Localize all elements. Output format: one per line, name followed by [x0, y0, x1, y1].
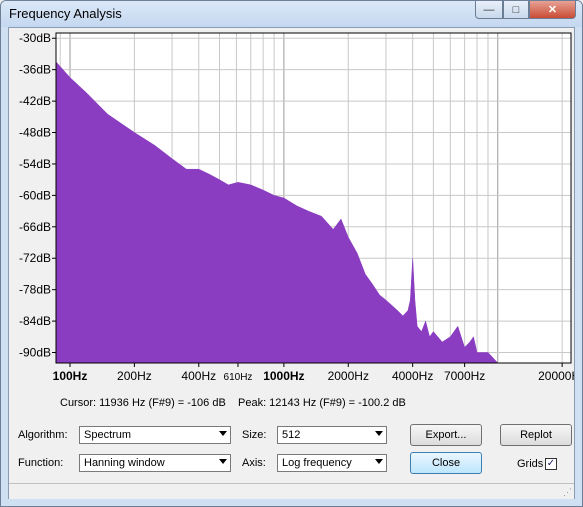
x-tick-label: 4000Hz — [392, 369, 433, 383]
x-tick-label: 2000Hz — [328, 369, 369, 383]
algorithm-label: Algorithm: — [18, 429, 68, 441]
size-value: 512 — [282, 429, 301, 441]
minimize-icon: — — [483, 3, 495, 16]
title-bar[interactable]: Frequency Analysis — □ ✕ — [1, 1, 582, 27]
frequency-analysis-window: Frequency Analysis — □ ✕ -30dB -36dB -42dB… — [0, 0, 583, 507]
axis-label: Axis: — [242, 457, 266, 469]
spectrum-chart[interactable]: -30dB -36dB -42dB -48dB -54dB -60dB -66dB -72dB… — [9, 28, 574, 393]
export-button[interactable]: Export... — [410, 424, 482, 446]
resize-grip-icon[interactable]: ⋰ — [563, 487, 572, 498]
y-tick-label: -84dB — [19, 314, 51, 328]
replot-button[interactable]: Replot — [500, 424, 572, 446]
cursor-readout: Cursor: 11936 Hz (F#9) = -106 dB — [60, 397, 226, 409]
checkmark-icon: ✓ — [546, 458, 556, 469]
x-tick-label: 610Hz — [224, 372, 253, 383]
close-label: Close — [431, 457, 461, 469]
y-tick-label: -42dB — [19, 94, 51, 108]
axis-select[interactable]: Log frequency — [277, 454, 387, 472]
axis-value: Log frequency — [282, 457, 352, 469]
x-tick-label: 7000Hz — [444, 369, 485, 383]
grids-label: Grids — [517, 458, 544, 470]
dialog-client: -30dB -36dB -42dB -48dB -54dB -60dB -66dB -72dB… — [8, 27, 575, 499]
close-icon: ✕ — [547, 4, 558, 16]
function-label: Function: — [18, 457, 64, 469]
replot-label: Replot — [520, 429, 552, 441]
chevron-down-icon — [375, 459, 383, 464]
minimize-button[interactable]: — — [475, 1, 503, 19]
y-tick-label: -54dB — [19, 157, 51, 171]
window-close-button[interactable]: ✕ — [529, 1, 576, 19]
x-tick-label: 1000Hz — [263, 369, 304, 383]
y-tick-label: -72dB — [19, 251, 51, 265]
y-tick-label: -48dB — [19, 126, 51, 140]
y-tick-label: -90dB — [19, 346, 51, 360]
size-label: Size: — [242, 429, 267, 441]
chevron-down-icon — [375, 431, 383, 436]
close-button[interactable]: Close — [410, 452, 482, 474]
x-tick-label: 100Hz — [53, 369, 88, 383]
algorithm-value: Spectrum — [84, 429, 132, 441]
status-bar: ⋰ — [9, 483, 574, 499]
x-tick-label: 20000Hz — [538, 369, 574, 383]
function-select[interactable]: Hanning window — [79, 454, 231, 472]
peak-readout: Peak: 12143 Hz (F#9) = -100.2 dB — [238, 397, 406, 409]
chevron-down-icon — [219, 431, 227, 436]
x-tick-label: 200Hz — [117, 369, 152, 383]
chevron-down-icon — [219, 459, 227, 464]
maximize-icon: □ — [512, 3, 520, 16]
y-tick-label: -30dB — [19, 31, 51, 45]
algorithm-select[interactable]: Spectrum — [79, 426, 231, 444]
x-tick-label: 400Hz — [181, 369, 216, 383]
y-tick-label: -36dB — [19, 63, 51, 77]
function-value: Hanning window — [84, 457, 165, 469]
y-tick-label: -66dB — [19, 220, 51, 234]
export-label: Export... — [425, 429, 467, 441]
size-select[interactable]: 512 — [277, 426, 387, 444]
maximize-button[interactable]: □ — [503, 1, 529, 19]
window-title: Frequency Analysis — [9, 6, 122, 21]
y-tick-label: -60dB — [19, 188, 51, 202]
grids-checkbox[interactable]: ✓ — [545, 458, 557, 470]
y-tick-label: -78dB — [19, 283, 51, 297]
